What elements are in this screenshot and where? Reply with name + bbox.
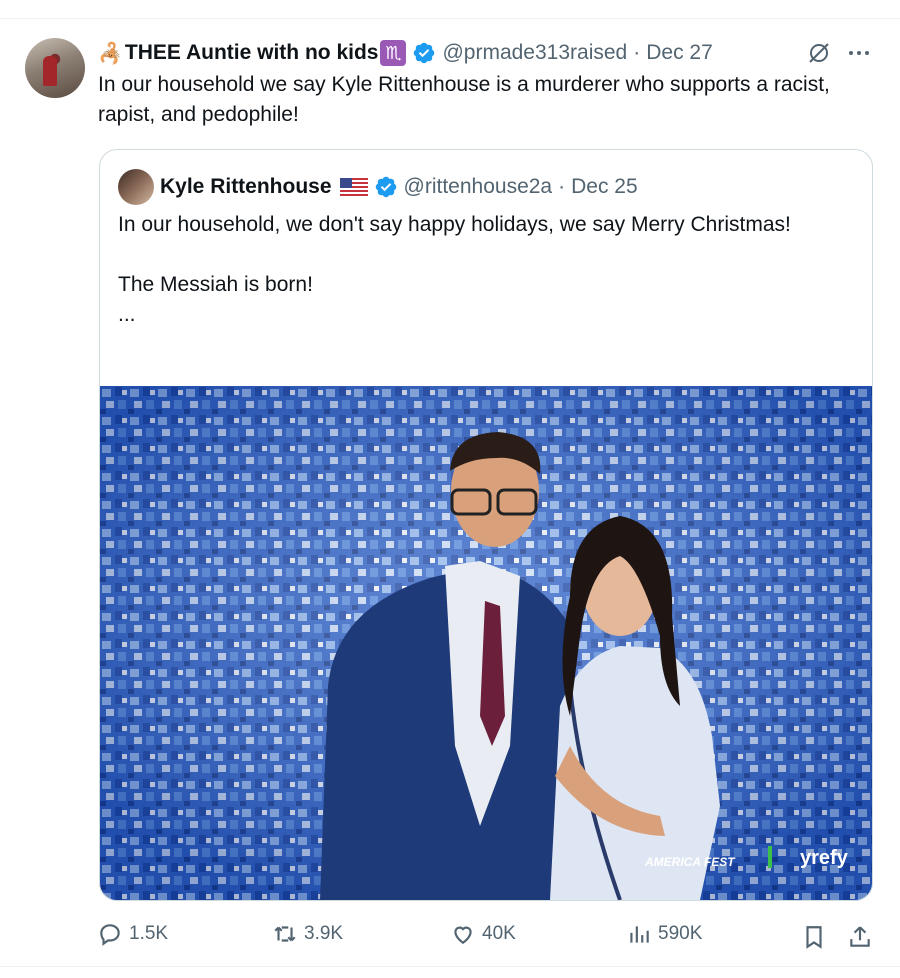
scorpion-emoji: 🦂 [98,42,123,65]
tweet-text: In our household we say Kyle Rittenhouse… [98,73,830,126]
quoted-tweet-header: Kyle Rittenhouse @rittenhouse2a · Dec 25 [160,172,638,202]
quoted-text-ellipsis: ... [118,303,136,326]
quoted-text-line: The Messiah is born! [118,273,313,296]
reply-icon [100,924,120,946]
share-icon[interactable] [847,924,873,950]
repost-count: 3.9K [304,923,344,944]
author-avatar[interactable] [25,38,85,98]
grok-icon[interactable] [806,40,832,66]
quoted-tweet-date[interactable]: Dec 25 [571,175,638,199]
author-handle[interactable]: @prmade313raised [442,41,627,65]
author-display-name[interactable]: THEE Auntie with no kids [125,41,379,65]
quoted-tweet-photo[interactable]: yrefy AMERICA FEST [100,386,872,900]
quoted-author-avatar[interactable] [118,169,154,205]
quoted-verified-badge-icon [375,176,396,198]
quoted-author-display-name[interactable]: Kyle Rittenhouse [160,175,332,199]
bottom-divider [0,966,900,967]
header-separator: · [633,41,641,64]
heart-icon [454,926,472,944]
verified-badge-icon [414,42,435,64]
tweet-header: 🦂 THEE Auntie with no kids ♏ @prmade313r… [98,38,713,68]
analytics-icon [630,926,649,943]
tweet-date[interactable]: Dec 27 [646,41,713,65]
repost-icon [274,926,296,942]
like-button[interactable]: 40K [450,921,516,947]
quoted-header-separator: · [558,175,566,198]
views-count: 590K [658,923,703,944]
quoted-text-line: In our household, we don't say happy hol… [118,213,791,236]
quoted-tweet-card[interactable]: Kyle Rittenhouse @rittenhouse2a · Dec 25… [99,149,873,901]
action-bar: 1.5K 3.9K 40K 590K [0,916,900,956]
quoted-tweet-text: In our household, we don't say happy hol… [118,210,838,330]
more-horizontal-icon[interactable] [846,40,872,66]
quoted-text-spacer [118,240,838,270]
views-button[interactable]: 590K [626,921,702,947]
bookmark-icon[interactable] [801,924,827,950]
photo-watermark: yrefy [800,847,849,869]
scorpio-badge: ♏ [380,40,407,66]
repost-button[interactable]: 3.9K [272,921,343,947]
us-flag-icon [339,178,368,196]
like-count: 40K [482,923,516,944]
photo-banner-text: AMERICA FEST [644,855,736,869]
reply-count: 1.5K [129,923,169,944]
reply-button[interactable]: 1.5K [97,921,168,947]
top-divider [0,18,900,19]
quoted-author-handle[interactable]: @rittenhouse2a [404,175,553,199]
